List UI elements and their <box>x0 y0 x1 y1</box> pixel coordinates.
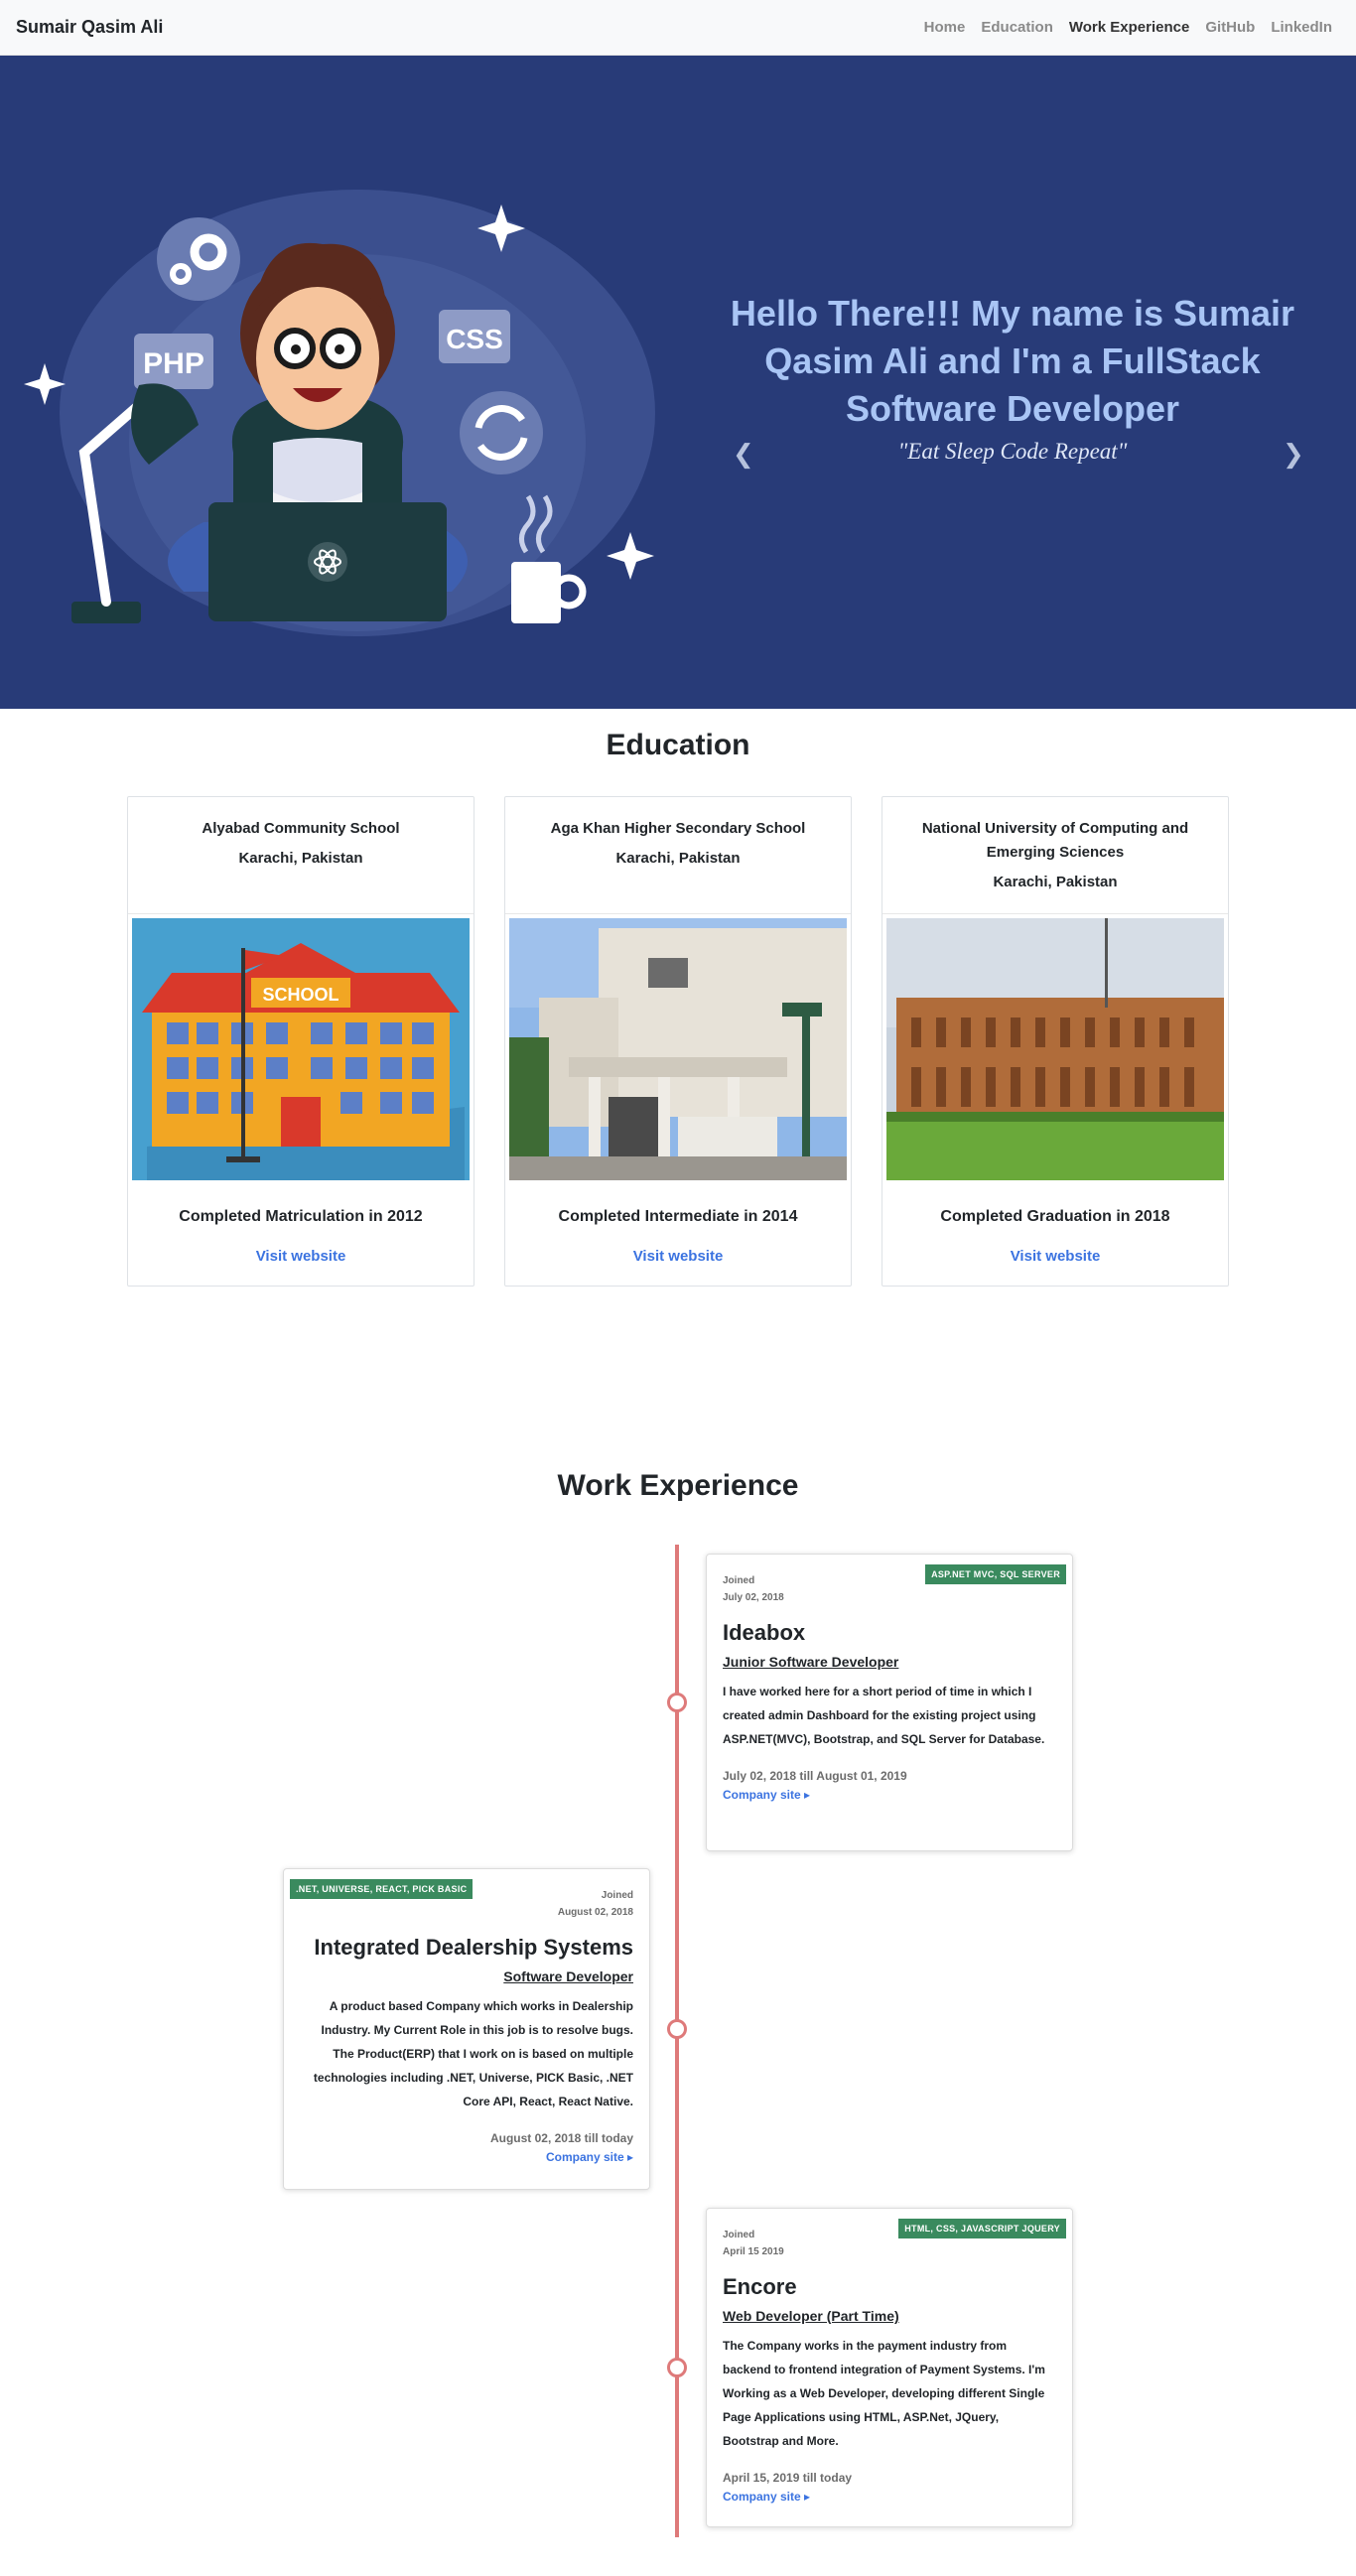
nav-link-linkedin[interactable]: LinkedIn <box>1271 19 1332 36</box>
joined-date: July 02, 2018 <box>723 1592 784 1603</box>
job-description: A product based Company which works in D… <box>313 1999 633 2108</box>
education-card: Aga Khan Higher Secondary School Karachi… <box>504 796 852 1287</box>
joined-date: August 02, 2018 <box>557 1907 633 1918</box>
visit-website-link[interactable]: Visit website <box>882 1248 1228 1265</box>
company-name: Integrated Dealership Systems <box>314 1935 633 1960</box>
school-image: SCHOOL <box>132 918 470 1180</box>
job-period: August 02, 2018 till today <box>489 2131 633 2145</box>
school-sign-label: SCHOOL <box>262 985 339 1005</box>
school-name: Alyabad Community School <box>202 820 400 837</box>
school-location: Karachi, Pakistan <box>993 874 1118 890</box>
job-description: I have worked here for a short period of… <box>723 1685 1045 1746</box>
education-card-header: National University of Computing and Eme… <box>882 797 1228 914</box>
job-card: .NET, UNIVERSE, REACT, PICK BASIC Joined… <box>283 1868 650 2190</box>
visit-website-link[interactable]: Visit website <box>505 1248 851 1265</box>
hero-carousel: PHP CSS Hello There!!! My name is Sumair… <box>0 56 1356 709</box>
school-location: Karachi, Pakistan <box>238 850 363 867</box>
hero-quote: "Eat Sleep Code Repeat" <box>897 439 1128 464</box>
job-role: Junior Software Developer <box>723 1654 899 1670</box>
company-site-link[interactable]: Company site ▸ <box>546 2150 633 2164</box>
job-period: April 15, 2019 till today <box>723 2471 853 2485</box>
school-name: Aga Khan Higher Secondary School <box>550 820 806 837</box>
education-card: National University of Computing and Eme… <box>881 796 1229 1287</box>
company-site-link[interactable]: Company site ▸ <box>723 2490 810 2504</box>
education-card-footer: Completed Graduation in 2018 Visit websi… <box>882 1194 1228 1265</box>
visit-website-link[interactable]: Visit website <box>128 1248 474 1265</box>
education-card-header: Aga Khan Higher Secondary School Karachi… <box>505 797 851 914</box>
school-location: Karachi, Pakistan <box>615 850 741 867</box>
nav-link-github[interactable]: GitHub <box>1205 19 1255 36</box>
timeline-dot <box>667 2019 687 2039</box>
education-status: Completed Graduation in 2018 <box>940 1208 1170 1225</box>
job-description: The Company works in the payment industr… <box>723 2339 1045 2448</box>
nav-links: Home Education Work Experience GitHub Li… <box>924 19 1332 36</box>
timeline-dot <box>667 2358 687 2377</box>
job-card: HTML, CSS, JAVASCRIPT JQUERY Joined Apri… <box>706 2208 1073 2527</box>
company-name: Encore <box>723 2274 797 2299</box>
company-name: Ideabox <box>723 1620 806 1645</box>
education-title: Education <box>606 729 750 761</box>
brand-logo[interactable]: Sumair Qasim Ali <box>16 17 163 38</box>
job-card: ASP.NET MVC, SQL SERVER Joined July 02, … <box>706 1554 1073 1851</box>
school-image <box>886 918 1224 1180</box>
hero-title: Hello There!!! My name is Sumair Qasim A… <box>730 293 1295 429</box>
chevron-right-icon[interactable]: ❯ <box>1283 439 1304 470</box>
joined-date: April 15 2019 <box>723 2246 784 2257</box>
tech-tag: .NET, UNIVERSE, REACT, PICK BASIC <box>290 1879 474 1899</box>
education-card-footer: Completed Intermediate in 2014 Visit web… <box>505 1194 851 1265</box>
chevron-left-icon[interactable]: ❮ <box>733 439 754 470</box>
job-role: Software Developer <box>503 1968 633 1984</box>
navbar: Sumair Qasim Ali Home Education Work Exp… <box>0 0 1356 56</box>
school-image <box>509 918 847 1180</box>
nav-link-home[interactable]: Home <box>924 19 966 36</box>
nav-link-education[interactable]: Education <box>981 19 1053 36</box>
education-status: Completed Intermediate in 2014 <box>558 1208 798 1225</box>
nav-link-work-experience[interactable]: Work Experience <box>1069 19 1189 36</box>
tech-tag: HTML, CSS, JAVASCRIPT JQUERY <box>898 2219 1066 2238</box>
school-name: National University of Computing and Eme… <box>921 820 1189 861</box>
job-period: July 02, 2018 till August 01, 2019 <box>723 1769 907 1783</box>
education-card-footer: Completed Matriculation in 2012 Visit we… <box>128 1194 474 1265</box>
education-card: Alyabad Community School Karachi, Pakist… <box>127 796 475 1287</box>
hero-caption: Hello There!!! My name is Sumair Qasim A… <box>715 290 1310 465</box>
tech-tag: ASP.NET MVC, SQL SERVER <box>925 1564 1066 1584</box>
developer-illustration: PHP CSS <box>24 190 655 636</box>
php-label: PHP <box>143 347 204 380</box>
company-site-link[interactable]: Company site ▸ <box>723 1788 810 1802</box>
timeline-dot <box>667 1693 687 1712</box>
education-status: Completed Matriculation in 2012 <box>179 1208 423 1225</box>
work-experience-title: Work Experience <box>557 1469 799 1502</box>
css-label: CSS <box>446 324 503 354</box>
job-role: Web Developer (Part Time) <box>723 2308 899 2324</box>
education-card-header: Alyabad Community School Karachi, Pakist… <box>128 797 474 914</box>
